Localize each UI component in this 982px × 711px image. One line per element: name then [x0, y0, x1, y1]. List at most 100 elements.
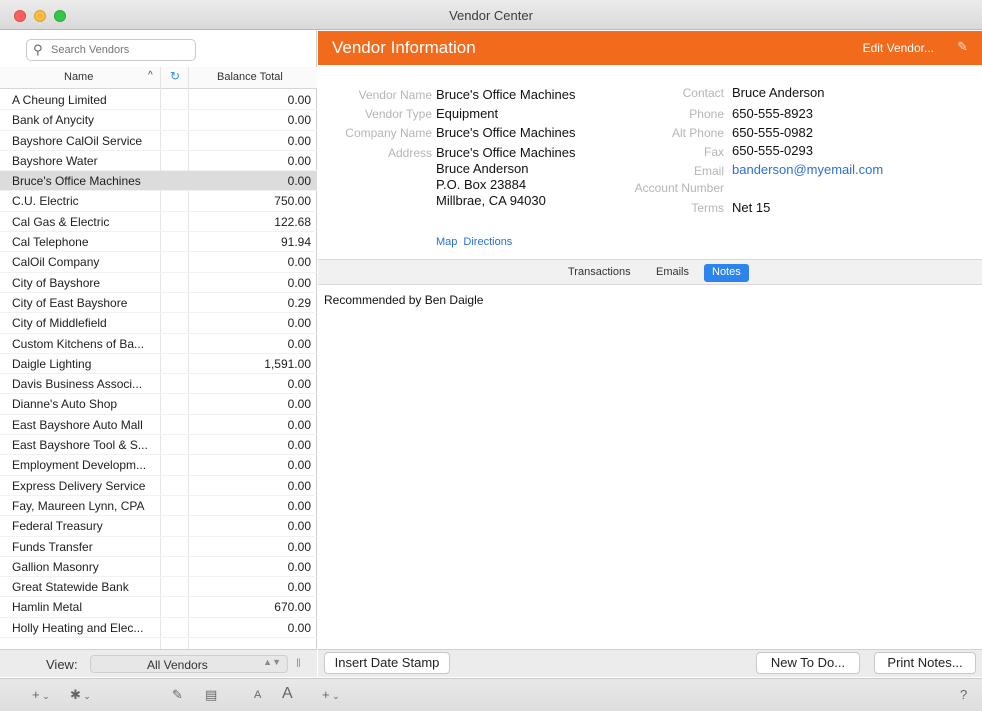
- vendor-name: City of Middlefield: [12, 316, 107, 331]
- vendor-row[interactable]: CalOil Company 0.00: [0, 252, 317, 273]
- window-title: Vendor Center: [449, 8, 533, 23]
- notes-text[interactable]: Recommended by Ben Daigle: [324, 293, 483, 307]
- vendor-info-title: Vendor Information: [332, 38, 476, 57]
- add-vendor-icon[interactable]: + ⌄: [32, 687, 50, 702]
- vendor-row[interactable]: East Bayshore Tool & S... 0.00: [0, 435, 317, 456]
- vendor-balance: 0.00: [287, 275, 311, 290]
- vendor-row[interactable]: Employment Developm... 0.00: [0, 455, 317, 476]
- view-select[interactable]: All Vendors ▲▼: [90, 655, 288, 673]
- vendor-row[interactable]: Bayshore CalOil Service 0.00: [0, 131, 317, 151]
- vendor-row[interactable]: Cal Telephone 91.94: [0, 232, 317, 253]
- new-todo-button[interactable]: New To Do...: [756, 652, 860, 674]
- print-notes-button[interactable]: Print Notes...: [874, 652, 976, 674]
- vendor-balance: 91.94: [280, 235, 311, 250]
- vendor-name: Express Delivery Service: [12, 478, 146, 493]
- insert-date-stamp-button[interactable]: Insert Date Stamp: [324, 652, 450, 674]
- add-menu-icon[interactable]: + ⌄: [322, 687, 340, 702]
- sort-ascending-icon[interactable]: ^: [148, 70, 153, 81]
- map-link[interactable]: Map: [436, 236, 457, 248]
- vendor-row[interactable]: Dianne's Auto Shop 0.00: [0, 394, 317, 415]
- vendor-name: Cal Gas & Electric: [12, 214, 110, 229]
- balance-column-header[interactable]: Balance Total: [217, 71, 283, 83]
- alt-phone-value: 650-555-0982: [732, 125, 813, 140]
- vendor-balance: 670.00: [274, 600, 311, 615]
- email-label: Email: [693, 164, 724, 178]
- directions-link[interactable]: Directions: [463, 236, 512, 248]
- fax-value: 650-555-0293: [732, 143, 813, 158]
- vendor-row[interactable]: Daigle Lighting 1,591.00: [0, 354, 317, 375]
- map-links: Map Directions: [436, 236, 518, 248]
- account-number-label: Account Number: [634, 181, 724, 195]
- updown-arrows-icon: ▲▼: [263, 657, 281, 667]
- vendor-row[interactable]: Fay, Maureen Lynn, CPA 0.00: [0, 496, 317, 517]
- vendor-balance: 0.00: [287, 498, 311, 513]
- resize-grip-icon[interactable]: ‖: [296, 656, 301, 670]
- increase-font-icon[interactable]: A: [282, 685, 293, 703]
- vendor-row[interactable]: Express Delivery Service 0.00: [0, 476, 317, 496]
- search-box[interactable]: ⚲: [26, 39, 196, 61]
- gear-icon[interactable]: ✱ ⌄: [70, 687, 91, 703]
- vendor-balance: 0.00: [287, 580, 311, 595]
- vendor-row[interactable]: Custom Kitchens of Ba... 0.00: [0, 334, 317, 354]
- contact-value: Bruce Anderson: [732, 85, 825, 100]
- list-header: Name ^ ↻ Balance Total: [0, 67, 317, 89]
- vendor-row[interactable]: City of East Bayshore 0.29: [0, 293, 317, 314]
- vendor-balance: 0.00: [287, 153, 311, 168]
- help-icon[interactable]: ?: [960, 687, 967, 702]
- vendor-balance: 0.00: [287, 417, 311, 432]
- vendor-name: Gallion Masonry: [12, 559, 99, 574]
- email-link[interactable]: banderson@myemail.com: [732, 162, 883, 177]
- vendor-balance: 0.00: [287, 174, 311, 189]
- vendor-name: East Bayshore Tool & S...: [12, 438, 148, 453]
- decrease-font-icon[interactable]: A: [254, 689, 261, 701]
- vendor-balance: 0.00: [287, 519, 311, 534]
- vendor-name: Dianne's Auto Shop: [12, 397, 118, 412]
- vendor-row[interactable]: Funds Transfer 0.00: [0, 537, 317, 557]
- vendor-row[interactable]: Bruce's Office Machines 0.00: [0, 171, 317, 192]
- search-input[interactable]: [51, 42, 191, 58]
- vendor-row[interactable]: Bank of Anycity 0.00: [0, 110, 317, 131]
- title-bar: Vendor Center: [0, 0, 982, 30]
- vendor-row[interactable]: Great Statewide Bank 0.00: [0, 577, 317, 598]
- vendor-row[interactable]: Bayshore Water 0.00: [0, 151, 317, 172]
- vendor-row[interactable]: City of Middlefield 0.00: [0, 313, 317, 334]
- vendor-row[interactable]: Cal Gas & Electric 122.68: [0, 212, 317, 233]
- edit-vendor-button[interactable]: Edit Vendor...: [863, 41, 934, 55]
- vendor-row[interactable]: Hamlin Metal 670.00: [0, 597, 317, 618]
- alt-phone-label: Alt Phone: [671, 126, 724, 140]
- vendor-name: Bank of Anycity: [12, 113, 95, 128]
- vendor-balance: 0.00: [287, 620, 311, 635]
- vendor-name: Custom Kitchens of Ba...: [12, 336, 145, 351]
- vendor-balance: 0.00: [287, 133, 311, 148]
- tab-transactions[interactable]: Transactions: [560, 264, 639, 282]
- vendor-row[interactable]: East Bayshore Auto Mall 0.00: [0, 415, 317, 436]
- view-label: View:: [46, 657, 78, 672]
- vendor-row[interactable]: Gallion Masonry 0.00: [0, 557, 317, 578]
- vendor-name: Hamlin Metal: [12, 600, 83, 615]
- vendor-name: Fay, Maureen Lynn, CPA: [12, 498, 145, 513]
- search-icon: ⚲: [33, 42, 43, 57]
- tab-emails[interactable]: Emails: [648, 264, 697, 282]
- detail-tabs: Transactions Emails Notes: [318, 259, 982, 285]
- vendor-balance: 0.29: [287, 295, 311, 310]
- fax-label: Fax: [703, 145, 724, 159]
- vendor-row[interactable]: Davis Business Associ... 0.00: [0, 374, 317, 395]
- vendor-row[interactable]: Federal Treasury 0.00: [0, 516, 317, 537]
- name-column-header[interactable]: Name: [64, 71, 93, 83]
- vendor-name: Davis Business Associ...: [12, 377, 143, 392]
- vendor-row[interactable]: City of Bayshore 0.00: [0, 273, 317, 293]
- refresh-icon[interactable]: ↻: [170, 69, 180, 83]
- contact-label: Contact: [682, 86, 724, 100]
- vendor-row[interactable]: Holly Heating and Elec... 0.00: [0, 618, 317, 639]
- tab-notes[interactable]: Notes: [704, 264, 749, 282]
- vendor-balance: 1,591.00: [264, 356, 311, 371]
- columns-icon[interactable]: ▤: [205, 687, 217, 703]
- gear-glyph: ✱: [70, 687, 81, 702]
- view-filter-bar: View: All Vendors ▲▼ ‖: [0, 649, 317, 677]
- terms-label: Terms: [691, 201, 724, 215]
- vendor-row[interactable]: C.U. Electric 750.00: [0, 191, 317, 212]
- vendor-name: CalOil Company: [12, 255, 100, 270]
- vendor-row[interactable]: A Cheung Limited 0.00: [0, 90, 317, 111]
- pencil-icon[interactable]: ✎: [172, 687, 183, 703]
- pencil-icon[interactable]: ✎: [957, 39, 968, 55]
